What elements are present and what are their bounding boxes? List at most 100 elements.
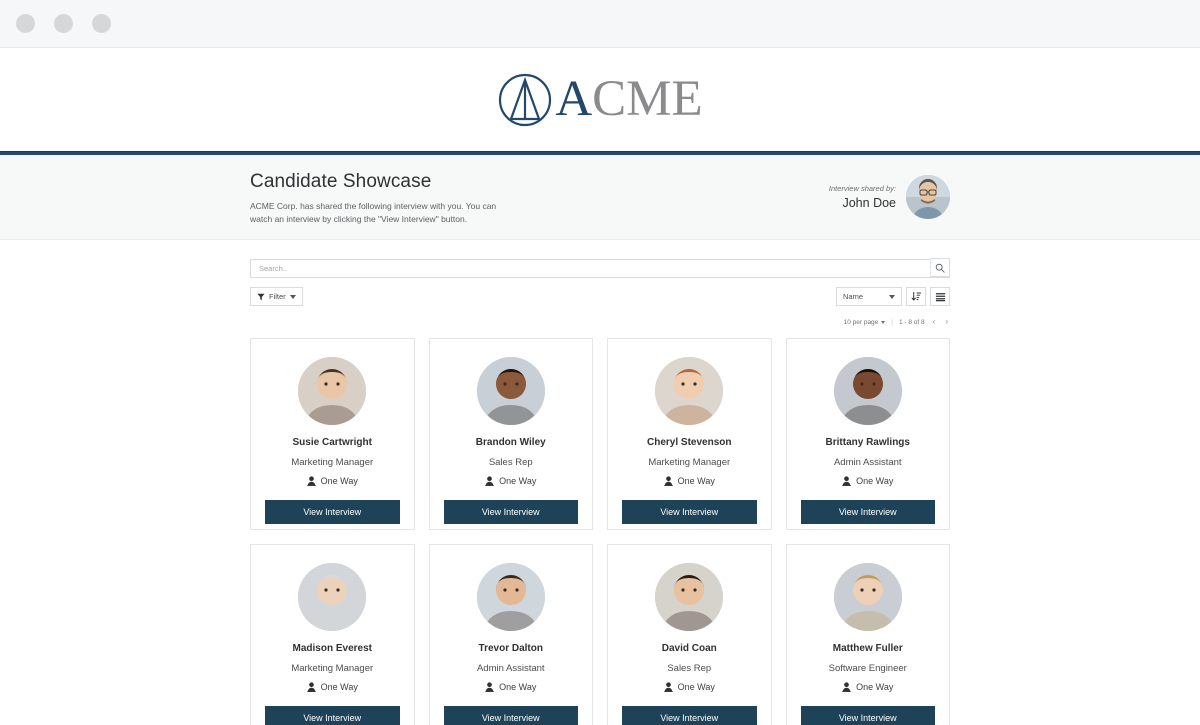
search-button[interactable] [930, 258, 950, 277]
person-icon [306, 476, 316, 486]
logo-a: A [555, 71, 593, 127]
chevron-down-icon [881, 320, 886, 324]
view-interview-button[interactable]: View Interview [265, 500, 400, 524]
view-interview-button[interactable]: View Interview [800, 500, 935, 524]
interview-type-label: One Way [677, 682, 715, 692]
candidate-card[interactable]: Brittany Rawlings Admin Assistant One Wa… [785, 338, 950, 530]
main-content: Filter Name 10 per page [250, 240, 950, 725]
avatar [655, 563, 724, 631]
candidate-name: Susie Cartwright [292, 437, 372, 448]
view-toggle-button[interactable] [930, 287, 950, 306]
sort-field-value: Name [843, 292, 864, 301]
search-icon [935, 263, 945, 273]
candidate-card[interactable]: Susie Cartwright Marketing Manager One W… [250, 338, 415, 530]
interview-type: One Way [663, 476, 715, 486]
person-icon [842, 476, 851, 486]
interview-type: One Way [485, 682, 536, 692]
candidate-role: Marketing Manager [291, 457, 374, 468]
filter-label: Filter [269, 292, 286, 301]
interview-type-label: One Way [499, 476, 537, 486]
circled-triangle-a-icon [499, 73, 552, 126]
avatar [833, 357, 902, 425]
page-title: Candidate Showcase [250, 171, 432, 192]
sort-field-select[interactable]: Name [836, 287, 902, 306]
sort-direction-button[interactable] [906, 287, 926, 306]
interview-type-label: One Way [320, 476, 358, 486]
candidate-role: Admin Assistant [833, 457, 902, 468]
showcase-header: Candidate Showcase ACME Corp. has shared… [0, 155, 1200, 240]
candidate-card[interactable]: Cheryl Stevenson Marketing Manager One W… [607, 338, 772, 530]
candidate-role: Sales Rep [667, 663, 712, 674]
candidate-name: Cheryl Stevenson [647, 437, 732, 448]
per-page-select[interactable]: 10 per page [844, 319, 886, 326]
acme-logo: ACME [497, 72, 703, 128]
candidate-name: Matthew Fuller [832, 643, 903, 654]
interview-type-label: One Way [856, 476, 894, 486]
page-subtitle: ACME Corp. has shared the following inte… [250, 201, 497, 225]
avatar [298, 563, 367, 631]
avatar [476, 357, 545, 425]
avatar [476, 563, 545, 631]
interview-type: One Way [663, 682, 715, 692]
candidate-role: Software Engineer [828, 663, 907, 674]
candidate-card[interactable]: Brandon Wiley Sales Rep One Way View Int… [428, 338, 593, 530]
person-icon [485, 476, 494, 486]
interview-type-label: One Way [499, 682, 537, 692]
view-interview-button[interactable]: View Interview [800, 706, 935, 725]
shared-by-label: Interview shared by: [828, 184, 896, 193]
interview-type: One Way [842, 476, 893, 486]
avatar [906, 175, 950, 219]
browser-window-chrome [0, 0, 1200, 48]
window-dot-maximize[interactable] [92, 14, 111, 33]
interview-type: One Way [306, 476, 358, 486]
sort-descending-icon [911, 291, 921, 301]
view-interview-button[interactable]: View Interview [622, 500, 757, 524]
avatar [833, 563, 902, 631]
candidate-name: Brittany Rawlings [825, 437, 910, 448]
candidate-role: Admin Assistant [476, 663, 545, 674]
view-interview-button[interactable]: View Interview [265, 706, 400, 725]
interview-type-label: One Way [677, 476, 715, 486]
shared-by-name: John Doe [842, 196, 896, 210]
shared-by-block: Interview shared by: John Doe [829, 171, 950, 219]
window-dot-close[interactable] [16, 14, 35, 33]
logo-wordmark: ACME [555, 74, 702, 125]
prev-page-button[interactable]: ‹ [931, 318, 938, 326]
person-icon [485, 682, 494, 692]
pager-divider: | [891, 318, 893, 326]
view-interview-button[interactable]: View Interview [443, 706, 578, 725]
candidate-card[interactable]: David Coan Sales Rep One Way View Interv… [607, 544, 772, 725]
person-icon [842, 682, 851, 692]
search-row [250, 258, 950, 278]
candidate-card[interactable]: Madison Everest Marketing Manager One Wa… [250, 544, 415, 725]
chevron-down-icon [289, 294, 296, 299]
interview-type: One Way [842, 682, 893, 692]
candidate-role: Marketing Manager [648, 457, 731, 468]
search-input[interactable] [250, 259, 950, 278]
showcase-text-block: Candidate Showcase ACME Corp. has shared… [250, 171, 500, 226]
view-interview-button[interactable]: View Interview [443, 500, 578, 524]
candidate-name: Brandon Wiley [475, 437, 546, 448]
interview-type-label: One Way [856, 682, 894, 692]
window-dot-minimize[interactable] [54, 14, 73, 33]
view-interview-button[interactable]: View Interview [622, 706, 757, 725]
page-range: 1 - 8 of 8 [899, 318, 925, 326]
candidate-card[interactable]: Matthew Fuller Software Engineer One Way… [785, 544, 950, 725]
candidate-role: Marketing Manager [291, 663, 374, 674]
interview-type: One Way [306, 682, 358, 692]
candidate-card[interactable]: Trevor Dalton Admin Assistant One Way Vi… [428, 544, 593, 725]
filter-button[interactable]: Filter [250, 287, 303, 306]
funnel-icon [257, 293, 265, 300]
tools-row: Filter Name [250, 287, 950, 306]
interview-type: One Way [485, 476, 536, 486]
per-page-label: 10 per page [843, 318, 879, 326]
list-view-icon [935, 292, 945, 301]
avatar [655, 357, 724, 425]
candidate-name: Trevor Dalton [478, 643, 543, 654]
logo-header: ACME [0, 48, 1200, 151]
next-page-button[interactable]: › [943, 318, 950, 326]
pagination: 10 per page | 1 - 8 of 8 ‹ › [250, 318, 950, 326]
logo-cme: CME [592, 71, 703, 127]
person-icon [663, 682, 673, 692]
person-icon [306, 682, 316, 692]
